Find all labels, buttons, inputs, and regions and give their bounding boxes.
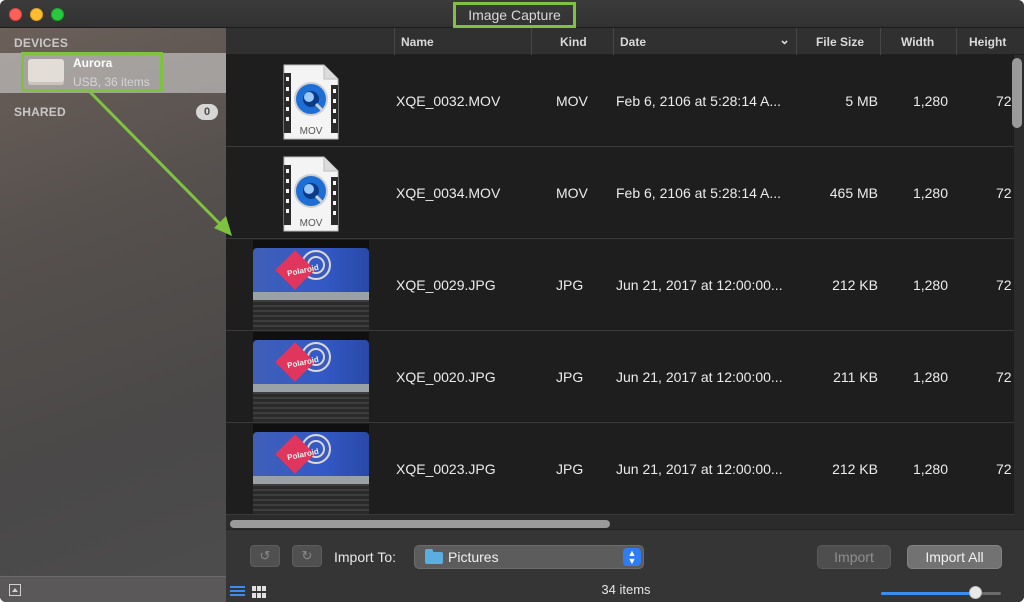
photo-thumbnail: Polaroid [253, 332, 369, 422]
file-kind: JPG [556, 369, 584, 385]
file-size: 212 KB [832, 461, 878, 477]
slider-fill [881, 592, 975, 595]
column-header-date[interactable]: Date ⌄ [613, 28, 796, 55]
list-view-icon[interactable] [230, 586, 245, 598]
eject-icon[interactable] [9, 584, 21, 596]
item-count: 34 items [601, 582, 651, 597]
photo-thumbnail: Polaroid [253, 424, 369, 514]
devices-heading: DEVICES [14, 36, 69, 50]
table-row[interactable]: MOV XQE_0032.MOV MOV Feb 6, 2106 at 5:28:1… [226, 55, 1014, 147]
image-capture-window: Image Capture DEVICES Aurora USB, 36 ite… [0, 0, 1024, 602]
import-to-label: Import To: [334, 549, 396, 565]
rotate-right-button[interactable]: ↻ [292, 545, 322, 567]
bottom-toolbar: ↺ ↻ Import To: Pictures ▲ ▼ Import Import… [226, 529, 1024, 602]
column-header-width[interactable]: Width [880, 28, 956, 55]
file-name: XQE_0032.MOV [396, 93, 501, 109]
import-destination-value: Pictures [448, 549, 499, 565]
file-size: 5 MB [845, 93, 878, 109]
file-height: 72 [996, 369, 1012, 385]
import-button[interactable]: Import [817, 545, 891, 569]
file-name: XQE_0029.JPG [396, 277, 496, 293]
import-all-button[interactable]: Import All [907, 545, 1002, 569]
column-header-kind[interactable]: Kind [531, 28, 613, 55]
file-width: 1,280 [912, 277, 948, 293]
column-header-height[interactable]: Height [956, 28, 1024, 55]
window-title: Image Capture [453, 2, 576, 28]
column-header-name[interactable]: Name [394, 28, 531, 55]
file-name: XQE_0020.JPG [396, 369, 496, 385]
file-width: 1,280 [912, 369, 948, 385]
rotate-right-icon: ↻ [301, 548, 313, 563]
file-date: Feb 6, 2106 at 5:28:14 A... [616, 93, 782, 109]
select-arrows-icon: ▲ ▼ [623, 548, 641, 566]
file-date: Jun 21, 2017 at 12:00:00... [616, 461, 783, 477]
file-date: Feb 6, 2106 at 5:28:14 A... [616, 185, 782, 201]
minimize-window-button[interactable] [30, 8, 43, 21]
rotate-left-icon: ↺ [259, 548, 271, 563]
file-kind: MOV [556, 93, 588, 109]
file-size: 465 MB [829, 185, 878, 201]
file-kind: MOV [556, 185, 588, 201]
shared-heading: SHARED [14, 105, 66, 119]
column-header: Name Kind Date ⌄ File Size Width Height [226, 28, 1024, 55]
file-height: 72 [996, 185, 1012, 201]
folder-icon [425, 549, 443, 564]
file-height: 72 [996, 461, 1012, 477]
file-height: 72 [996, 93, 1012, 109]
mov-label: MOV [300, 126, 323, 137]
column-header-date-label: Date [620, 34, 647, 49]
file-width: 1,280 [912, 185, 948, 201]
file-kind: JPG [556, 277, 584, 293]
shared-count-badge: 0 [196, 104, 218, 120]
table-row[interactable]: Polaroid XQE_0020.JPG JPG Jun 21, 2017 at … [226, 331, 1014, 423]
column-header-file-size[interactable]: File Size [796, 28, 880, 55]
vertical-scrollbar[interactable] [1012, 58, 1022, 128]
table-row[interactable]: Polaroid XQE_0029.JPG JPG Jun 21, 2017 at … [226, 239, 1014, 331]
file-date: Jun 21, 2017 at 12:00:00... [616, 277, 783, 293]
file-size: 211 KB [833, 369, 878, 385]
grid-view-icon[interactable] [252, 586, 266, 598]
horizontal-scrollbar[interactable] [230, 520, 610, 528]
file-kind: JPG [556, 461, 584, 477]
slider-knob[interactable] [968, 586, 982, 599]
zoom-window-button[interactable] [51, 8, 64, 21]
table-row[interactable]: Polaroid XQE_0023.JPG JPG Jun 21, 2017 at … [226, 423, 1014, 515]
rotate-left-button[interactable]: ↺ [250, 545, 280, 567]
photo-thumbnail: Polaroid [253, 240, 369, 330]
file-height: 72 [996, 277, 1012, 293]
file-date: Jun 21, 2017 at 12:00:00... [616, 369, 783, 385]
file-size: 212 KB [832, 277, 878, 293]
quicktime-movie-icon: MOV [283, 156, 339, 232]
sidebar: DEVICES Aurora USB, 36 items SHARED 0 [0, 28, 226, 602]
file-list: MOV XQE_0032.MOV MOV Feb 6, 2106 at 5:28:1… [226, 55, 1014, 517]
sidebar-footer [0, 576, 226, 602]
file-name: XQE_0034.MOV [396, 185, 501, 201]
table-row[interactable]: MOV XQE_0034.MOV MOV Feb 6, 2106 at 5:28:1… [226, 147, 1014, 239]
mov-label: MOV [300, 218, 323, 229]
close-window-button[interactable] [9, 8, 22, 21]
title-bar: Image Capture [0, 0, 1024, 28]
quicktime-movie-icon: MOV [283, 64, 339, 140]
sort-chevron-icon: ⌄ [779, 32, 790, 47]
file-width: 1,280 [912, 93, 948, 109]
import-destination-select[interactable]: Pictures ▲ ▼ [414, 545, 644, 569]
annotation-highlight-device [21, 52, 163, 92]
file-browser: Name Kind Date ⌄ File Size Width Height … [226, 28, 1024, 602]
file-name: XQE_0023.JPG [396, 461, 496, 477]
file-width: 1,280 [912, 461, 948, 477]
